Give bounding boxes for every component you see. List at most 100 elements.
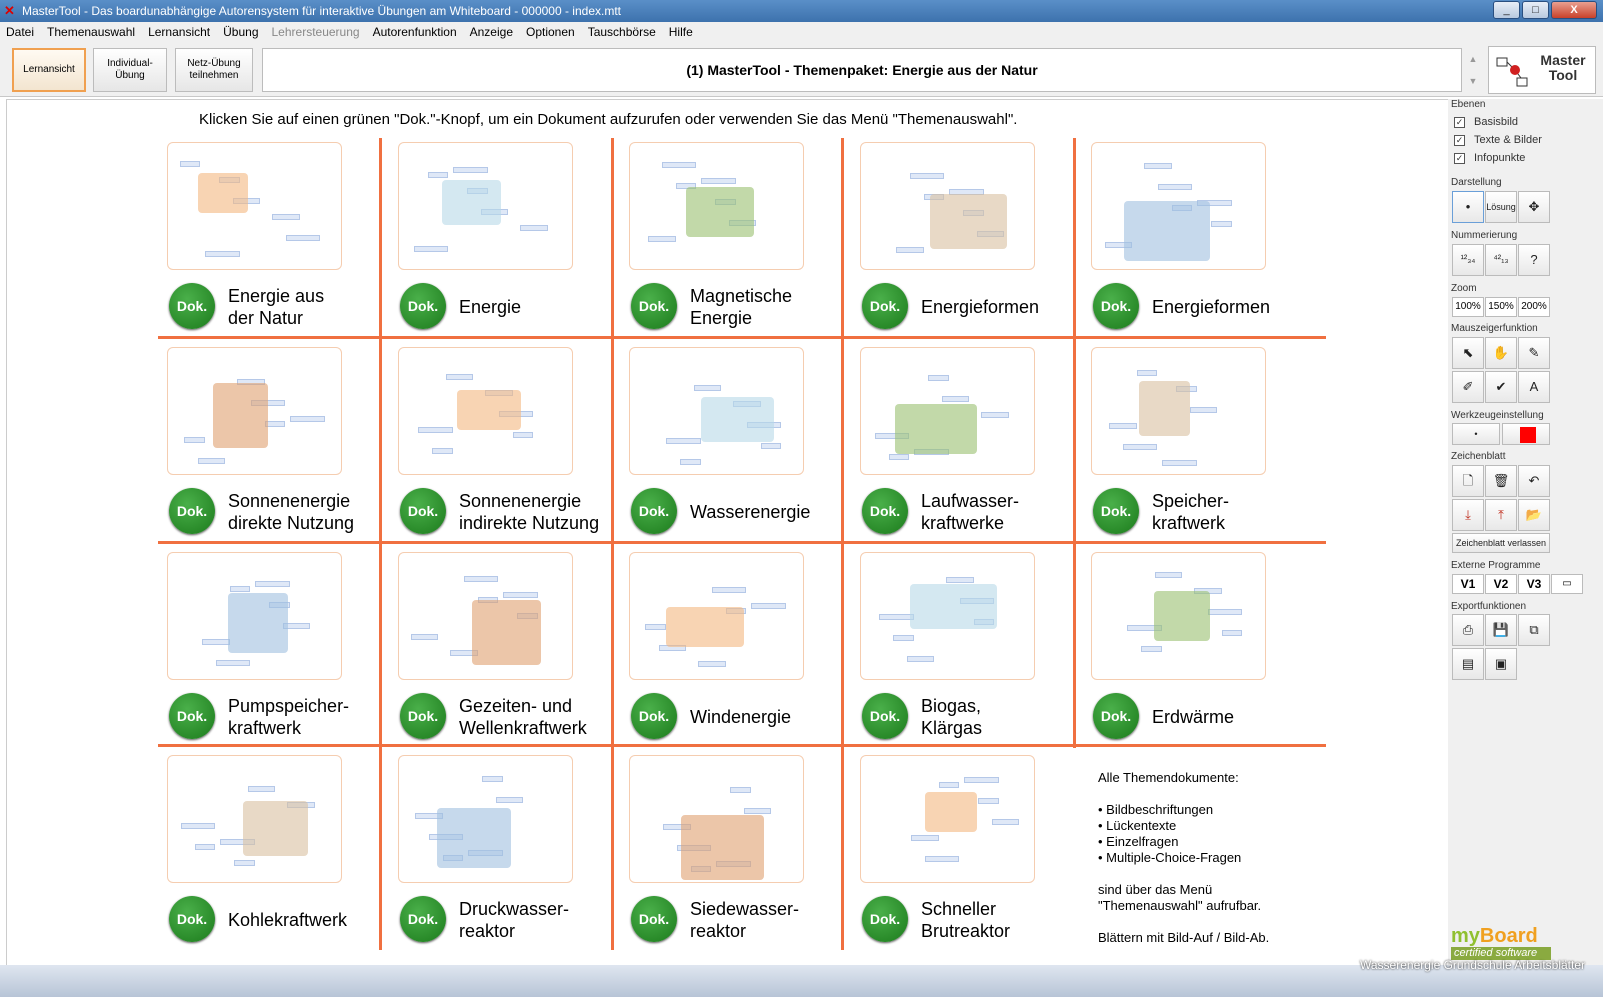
- pointer-icon[interactable]: ⬉: [1452, 337, 1484, 369]
- thumbnail-field: [712, 587, 746, 593]
- dok-button[interactable]: Dok.: [862, 693, 908, 739]
- thumbnail-field: [925, 856, 959, 862]
- trash-icon[interactable]: 🗑: [1485, 465, 1517, 497]
- scroll-down-icon[interactable]: ▼: [1465, 70, 1481, 92]
- move-icon[interactable]: ✥: [1518, 191, 1550, 223]
- menu-anzeige[interactable]: Anzeige: [470, 22, 513, 42]
- copy-icon[interactable]: ⧉: [1518, 614, 1550, 646]
- v3-button[interactable]: V3: [1518, 574, 1550, 594]
- zoom-200-button[interactable]: 200%: [1518, 297, 1550, 317]
- thumbnail-field: [1123, 444, 1157, 450]
- question-icon[interactable]: ?: [1518, 244, 1550, 276]
- texte-checkbox[interactable]: ✓ Texte & Bilder: [1454, 134, 1542, 146]
- line-width-button[interactable]: •: [1452, 423, 1500, 445]
- menu-tauschboerse[interactable]: Tauschbörse: [588, 22, 656, 42]
- doc-cell: Dok. Sonnenenergie indirekte Nutzung: [389, 343, 625, 546]
- thumbnail-field: [942, 396, 969, 402]
- thumbnail-illustration: [1154, 591, 1210, 641]
- dok-button[interactable]: Dok.: [400, 896, 446, 942]
- zoom-150-button[interactable]: 150%: [1485, 297, 1517, 317]
- menu-datei[interactable]: Datei: [6, 22, 34, 42]
- dok-button[interactable]: Dok.: [169, 693, 215, 739]
- minimize-button[interactable]: _: [1493, 1, 1520, 19]
- dok-button[interactable]: Dok.: [400, 283, 446, 329]
- menu-themenauswahl[interactable]: Themenauswahl: [47, 22, 135, 42]
- print-icon[interactable]: ⎙: [1452, 614, 1484, 646]
- lernansicht-button[interactable]: Lernansicht: [12, 48, 86, 92]
- v1-button[interactable]: V1: [1452, 574, 1484, 594]
- dok-button[interactable]: Dok.: [1093, 283, 1139, 329]
- dok-button[interactable]: Dok.: [631, 693, 677, 739]
- basisbild-checkbox[interactable]: ✓ Basisbild: [1454, 116, 1518, 128]
- scroll-up-icon[interactable]: ▲: [1465, 48, 1481, 70]
- doc-cell: Dok. Magnetische Energie: [620, 138, 856, 341]
- dok-button[interactable]: Dok.: [862, 283, 908, 329]
- menu-lehrersteuerung[interactable]: Lehrersteuerung: [272, 22, 360, 42]
- color-swatch[interactable]: [1520, 427, 1536, 443]
- thumbnail-field: [1222, 630, 1242, 636]
- menu-lernansicht[interactable]: Lernansicht: [148, 22, 210, 42]
- maximize-button[interactable]: □: [1522, 1, 1549, 19]
- check-icon[interactable]: ✓: [1454, 116, 1465, 128]
- color-picker-button[interactable]: [1502, 423, 1550, 445]
- dok-button[interactable]: Dok.: [169, 488, 215, 534]
- dok-button[interactable]: Dok.: [169, 283, 215, 329]
- checkmark-icon[interactable]: ✔: [1485, 371, 1517, 403]
- darstellung-point-button[interactable]: •: [1452, 191, 1484, 223]
- thumbnail-illustration: [1124, 201, 1210, 261]
- thumbnail-field: [964, 777, 999, 783]
- thumbnail-field: [520, 225, 548, 231]
- dok-button[interactable]: Dok.: [631, 896, 677, 942]
- screen-icon[interactable]: ▭: [1551, 574, 1583, 594]
- dok-button[interactable]: Dok.: [1093, 693, 1139, 739]
- menu-autorenfunktion[interactable]: Autorenfunktion: [373, 22, 457, 42]
- thumbnail-field: [648, 236, 676, 242]
- save-icon[interactable]: 💾: [1485, 614, 1517, 646]
- numbering-shuffled-icon[interactable]: ⁴²₁₃: [1485, 244, 1517, 276]
- v2-button[interactable]: V2: [1485, 574, 1517, 594]
- thumbnail-illustration: [457, 390, 521, 430]
- toolbar: Lernansicht Individual- Übung Netz-Übung…: [0, 42, 1603, 97]
- hand-icon[interactable]: ✋: [1485, 337, 1517, 369]
- doc-title-text: Kohlekraftwerk: [228, 910, 348, 930]
- image-export-icon[interactable]: ▣: [1485, 648, 1517, 680]
- loesung-button[interactable]: Lösung: [1485, 191, 1517, 223]
- menu-optionen[interactable]: Optionen: [526, 22, 575, 42]
- netz-uebung-button[interactable]: Netz-Übung teilnehmen: [175, 48, 253, 92]
- undo-icon[interactable]: ↶: [1518, 465, 1550, 497]
- dok-button[interactable]: Dok.: [400, 693, 446, 739]
- text-tool-icon[interactable]: A: [1518, 371, 1550, 403]
- export-icon[interactable]: ⤒: [1485, 499, 1517, 531]
- thumbnail-field: [911, 835, 939, 841]
- dok-button[interactable]: Dok.: [862, 896, 908, 942]
- check-icon[interactable]: ✓: [1454, 152, 1465, 164]
- eraser-icon[interactable]: ✐: [1452, 371, 1484, 403]
- close-button[interactable]: X: [1551, 1, 1597, 19]
- doc-cell: Dok. Speicher- kraftwerk: [1082, 343, 1318, 546]
- document-icon[interactable]: ▤: [1452, 648, 1484, 680]
- infopunkte-checkbox[interactable]: ✓ Infopunkte: [1454, 152, 1525, 164]
- dok-button[interactable]: Dok.: [1093, 488, 1139, 534]
- zeichenblatt-verlassen-button[interactable]: Zeichenblatt verlassen: [1452, 533, 1550, 553]
- dok-button[interactable]: Dok.: [631, 283, 677, 329]
- zoom-100-button[interactable]: 100%: [1452, 297, 1484, 317]
- thumbnail-illustration: [1139, 381, 1190, 436]
- individual-uebung-button[interactable]: Individual- Übung: [93, 48, 167, 92]
- darstellung-heading: Darstellung: [1451, 177, 1502, 188]
- dok-button[interactable]: Dok.: [862, 488, 908, 534]
- check-icon[interactable]: ✓: [1454, 134, 1465, 146]
- pen-icon[interactable]: ✎: [1518, 337, 1550, 369]
- folder-icon[interactable]: 📂: [1518, 499, 1550, 531]
- dok-button[interactable]: Dok.: [400, 488, 446, 534]
- dok-button[interactable]: Dok.: [631, 488, 677, 534]
- menu-uebung[interactable]: Übung: [223, 22, 258, 42]
- doc-title: Energie aus der Natur: [228, 283, 393, 331]
- new-page-icon[interactable]: 🗋: [1452, 465, 1484, 497]
- doc-title: Gezeiten- und Wellenkraftwerk: [459, 693, 624, 741]
- title-scroll[interactable]: ▲ ▼: [1465, 48, 1481, 92]
- numbering-ordered-icon[interactable]: ¹²₃₄: [1452, 244, 1484, 276]
- menu-hilfe[interactable]: Hilfe: [669, 22, 693, 42]
- import-icon[interactable]: ⤓: [1452, 499, 1484, 531]
- doc-title: Kohlekraftwerk: [228, 896, 393, 944]
- dok-button[interactable]: Dok.: [169, 896, 215, 942]
